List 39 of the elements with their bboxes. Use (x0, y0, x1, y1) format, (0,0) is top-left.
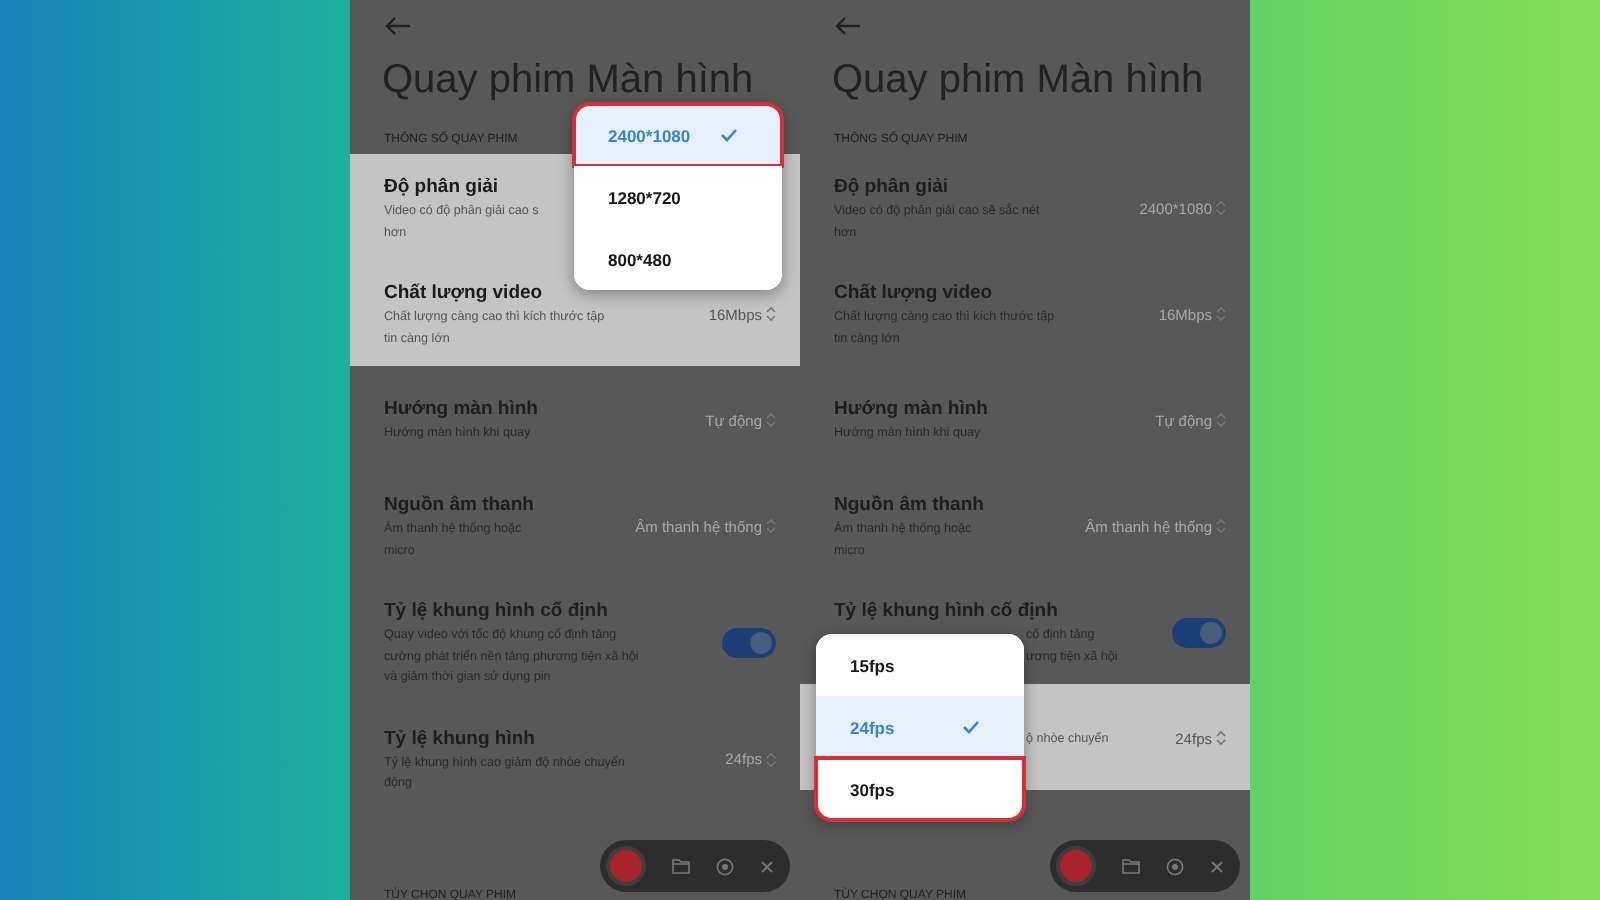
folder-icon[interactable] (1122, 858, 1140, 874)
up-down-icon (1216, 306, 1226, 322)
menu-option[interactable]: 30fps (816, 758, 1024, 820)
close-icon[interactable] (1210, 859, 1224, 873)
setting-title: Hướng màn hình (384, 396, 538, 423)
record-button[interactable] (606, 846, 646, 886)
up-down-icon (766, 306, 776, 322)
setting-title: Nguồn âm thanh (834, 492, 984, 518)
back-arrow-icon[interactable] (384, 16, 412, 36)
up-down-icon (766, 518, 776, 534)
setting-title: Tỷ lệ khung hình cố định (384, 598, 608, 624)
menu-option[interactable]: 2400*1080 (574, 104, 782, 166)
up-down-icon (1216, 200, 1226, 216)
camera-icon[interactable] (1166, 857, 1184, 875)
record-button[interactable] (1056, 846, 1096, 886)
up-down-icon (1216, 412, 1226, 428)
toggle-switch[interactable] (722, 627, 776, 658)
check-icon (962, 720, 980, 734)
setting-title: Tỷ lệ khung hình cố định (834, 598, 1058, 624)
check-icon (720, 128, 738, 142)
setting-title: Hướng màn hình (834, 396, 988, 423)
setting-title: Độ phân giải (834, 174, 948, 200)
toggle-switch[interactable] (1172, 617, 1226, 647)
menu-option[interactable]: 800*480 (574, 228, 782, 290)
up-down-icon (766, 751, 776, 767)
close-icon[interactable] (760, 859, 774, 873)
menu-option[interactable]: 24fps (816, 696, 1024, 758)
setting-title: Nguồn âm thanh (384, 492, 534, 518)
menu-option[interactable]: 1280*720 (574, 166, 782, 228)
back-arrow-icon[interactable] (834, 16, 862, 36)
camera-icon[interactable] (716, 857, 734, 875)
up-down-icon (766, 412, 776, 428)
setting-title: Chất lượng video (834, 280, 993, 306)
menu-option[interactable]: 15fps (816, 634, 1024, 696)
setting-title: Tỷ lệ khung hình (384, 725, 535, 751)
folder-icon[interactable] (672, 858, 690, 874)
up-down-icon (1216, 518, 1226, 534)
setting-title: Độ phân giải (384, 174, 498, 200)
up-down-icon (1216, 730, 1226, 746)
